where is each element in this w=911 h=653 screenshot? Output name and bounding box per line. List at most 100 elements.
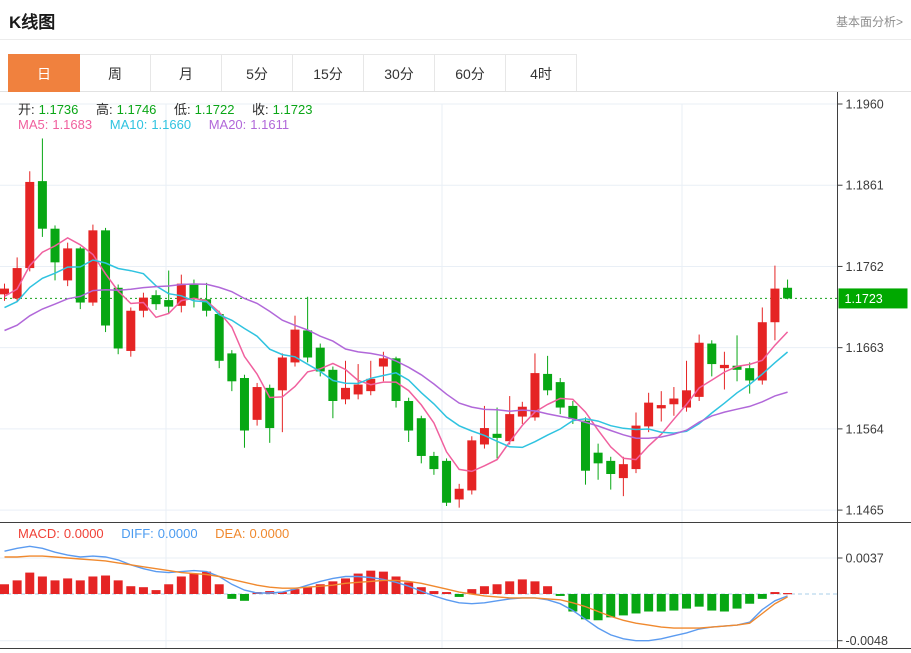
candle-body — [164, 300, 174, 307]
macd-bar — [63, 578, 73, 594]
low-label: 低: — [174, 102, 191, 117]
macd-bar — [783, 593, 793, 595]
diff-label: DIFF: — [121, 526, 154, 541]
tab-4hour[interactable]: 4时 — [505, 54, 577, 92]
tab-week[interactable]: 周 — [79, 54, 151, 92]
candle-body — [606, 460, 616, 475]
macd-bar — [770, 592, 780, 594]
macd-bar — [682, 594, 692, 609]
candle-body — [631, 425, 641, 470]
macd-bar — [517, 579, 527, 594]
candle-body — [277, 357, 287, 391]
macd-bar — [745, 594, 755, 604]
macd-histogram — [0, 570, 793, 621]
candle-body — [189, 284, 199, 300]
macd-bar — [239, 594, 249, 601]
macd-bar — [227, 594, 237, 599]
candle-body — [568, 405, 578, 420]
candle-body — [378, 358, 388, 367]
candle-body — [467, 440, 477, 491]
macd-bar — [88, 576, 98, 594]
timeframe-tabbar: 日 周 月 5分 15分 30分 60分 4时 — [8, 54, 577, 92]
candle-body — [492, 433, 502, 438]
header-divider — [0, 39, 911, 40]
macd-bar — [176, 576, 186, 594]
candle-body — [303, 330, 313, 358]
candle-body — [555, 382, 565, 408]
macd-bar — [328, 581, 338, 594]
candle-body — [404, 400, 414, 431]
tab-15min[interactable]: 15分 — [292, 54, 364, 92]
macd-bar — [442, 592, 452, 594]
macd-bar — [0, 584, 9, 594]
candle-body — [252, 387, 262, 420]
candle-body — [391, 358, 401, 401]
open-label: 开: — [18, 102, 35, 117]
macd-bar — [479, 586, 489, 594]
candle-body — [429, 455, 439, 470]
candle-body — [341, 387, 351, 400]
candle-body — [227, 353, 237, 382]
candle-body — [416, 418, 426, 456]
candles-layer — [0, 138, 793, 508]
price-tick-label: 1.1663 — [846, 341, 884, 355]
macd-bar — [606, 594, 616, 618]
macd-bar — [214, 584, 224, 594]
ma20-value: 1.1611 — [250, 117, 290, 132]
tab-60min[interactable]: 60分 — [434, 54, 506, 92]
candle-body — [745, 368, 755, 381]
macd-bar — [341, 578, 351, 594]
price-tick-label: 1.1861 — [846, 179, 884, 193]
macd-tick-label: -0.0048 — [846, 634, 888, 648]
low-value: 1.1722 — [194, 102, 235, 117]
macd-bar — [492, 584, 502, 594]
tab-30min[interactable]: 30分 — [363, 54, 435, 92]
fundamental-analysis-link[interactable]: 基本面分析> — [836, 13, 903, 30]
macd-bar — [454, 594, 464, 597]
tab-5min[interactable]: 5分 — [221, 54, 293, 92]
candle-body — [669, 398, 679, 405]
current-price-badge: 1.1723 — [838, 288, 908, 309]
ma5-line — [4, 237, 789, 473]
macd-bar — [669, 594, 679, 611]
kline-chart[interactable]: 开: 1.1736 高: 1.1746 低: 1.1722 收: 1.1723 MA5:… — [0, 92, 911, 653]
kline-page: K线图 基本面分析> 日 周 月 5分 15分 30分 60分 4时 开: 1.1… — [0, 0, 911, 653]
macd-bar — [391, 576, 401, 594]
macd-bar — [164, 584, 174, 594]
candle-body — [0, 288, 9, 295]
macd-bar — [50, 580, 60, 594]
high-value: 1.1746 — [116, 102, 157, 117]
macd-bar — [37, 576, 47, 594]
macd-bar — [694, 594, 704, 607]
macd-bar — [707, 594, 717, 611]
ma5-value: 1.1683 — [52, 117, 93, 132]
macd-bar — [543, 586, 553, 594]
macd-bar — [732, 594, 742, 609]
ohlc-legend: 开: 1.1736 高: 1.1746 低: 1.1722 收: 1.1723 — [18, 99, 316, 118]
macd-label: MACD: — [18, 526, 60, 541]
macd-bar — [138, 587, 148, 594]
macd-bar — [618, 594, 628, 616]
candle-body — [707, 343, 717, 365]
chart-canvas[interactable]: 1.1960 1.1861 1.1762 1.1663 1.1564 1.1465 0.00… — [0, 92, 911, 653]
macd-bar — [593, 594, 603, 621]
macd-bar — [75, 580, 85, 594]
macd-bar — [25, 572, 35, 594]
dea-label: DEA: — [215, 526, 246, 541]
macd-bar — [757, 594, 767, 599]
ma5-label: MA5: — [18, 117, 49, 132]
candle-body — [770, 288, 780, 323]
macd-bar — [555, 594, 565, 596]
macd-bar — [530, 581, 540, 594]
candle-body — [126, 310, 136, 351]
current-price-value: 1.1723 — [845, 292, 883, 306]
macd-bar — [113, 580, 123, 594]
candle-body — [25, 181, 35, 269]
tab-day[interactable]: 日 — [8, 54, 80, 92]
candle-body — [644, 402, 654, 427]
macd-bar — [189, 573, 199, 594]
candle-body — [442, 460, 452, 503]
macd-value: 0.0000 — [63, 526, 104, 541]
ma20-label: MA20: — [208, 117, 247, 132]
tab-month[interactable]: 月 — [150, 54, 222, 92]
